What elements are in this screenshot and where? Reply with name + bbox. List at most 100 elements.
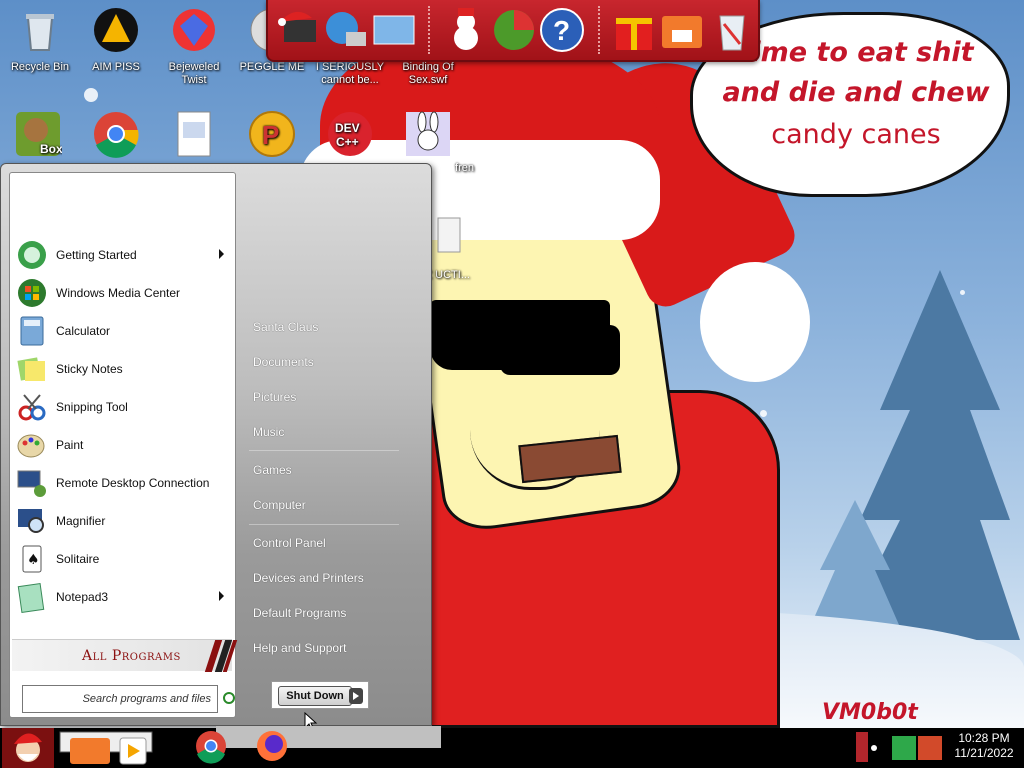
solitaire-icon: ♠ <box>22 545 42 573</box>
windows-update-icon[interactable] <box>490 6 538 54</box>
snowflake <box>84 88 98 102</box>
all-programs-button[interactable]: All Programs <box>12 639 238 672</box>
help-icon[interactable]: ? <box>538 6 586 54</box>
snowflake <box>760 410 767 417</box>
desktop-icon-label: Bejeweled Twist <box>168 61 220 86</box>
program-paint[interactable]: Paint <box>16 427 230 463</box>
chevron-right-icon <box>353 692 359 700</box>
start-button[interactable] <box>2 728 54 768</box>
program-getting-started[interactable]: Getting Started <box>16 237 230 273</box>
search-programs-input[interactable]: Search programs and files <box>22 685 218 713</box>
taskbar-shutdown-shortcut[interactable] <box>58 728 158 768</box>
program-label: Snipping Tool <box>56 400 128 414</box>
desktop-icon-aim[interactable]: AIM PISS <box>78 6 154 74</box>
gift-icon[interactable] <box>610 6 658 54</box>
start-right-default-programs[interactable]: Default Programs <box>253 606 346 620</box>
tray-dot <box>871 745 877 751</box>
start-right-music[interactable]: Music <box>253 425 284 439</box>
program-notepad3[interactable]: Notepad3 <box>16 579 230 615</box>
recycle-bin-icon[interactable] <box>708 6 756 54</box>
dev-cpp-icon: DEV C++ <box>328 112 372 156</box>
start-right-documents[interactable]: Documents <box>253 355 314 369</box>
document-icon <box>177 111 211 157</box>
desktop-icon-chrome[interactable] <box>78 110 154 165</box>
shutdown-group: Shut Down <box>271 681 369 709</box>
santa-computer-icon[interactable] <box>276 6 324 54</box>
system-tray-network-icon[interactable] <box>892 734 944 762</box>
submenu-arrow-icon <box>219 591 224 601</box>
artist-signature: VM0b0t <box>822 700 918 725</box>
program-label: Sticky Notes <box>56 362 123 376</box>
start-right-devices-printers[interactable]: Devices and Printers <box>253 571 364 585</box>
folder-icon[interactable] <box>658 6 706 54</box>
program-calculator[interactable]: Calculator <box>16 313 230 349</box>
box-app-icon: Box <box>16 112 63 156</box>
all-programs-label: All Programs <box>82 648 181 664</box>
desktop-icon-document[interactable] <box>156 110 232 165</box>
start-right-pictures[interactable]: Pictures <box>253 390 296 404</box>
menu-separator <box>249 450 399 451</box>
desktop-icon-label: Recycle Bin <box>10 61 70 73</box>
menu-separator <box>249 524 399 525</box>
program-solitaire[interactable]: ♠ Solitaire <box>16 541 230 577</box>
shutdown-options-button[interactable] <box>349 688 363 704</box>
program-windows-media-center[interactable]: Windows Media Center <box>16 275 230 311</box>
remote-desktop-icon <box>17 470 46 497</box>
start-right-games[interactable]: Games <box>253 463 292 477</box>
program-label: Remote Desktop Connection <box>56 476 210 490</box>
svg-text:C++: C++ <box>336 135 359 149</box>
program-label: Calculator <box>56 324 111 338</box>
svg-text:Box: Box <box>40 142 62 156</box>
svg-text:P: P <box>262 120 279 150</box>
desktop-icon-bejeweled[interactable]: Bejeweled Twist <box>156 6 232 87</box>
drawing-sunglasses-lens <box>500 325 620 375</box>
submenu-arrow-icon <box>219 249 224 259</box>
desktop-icon-fren[interactable] <box>390 110 466 165</box>
start-right-santa-claus[interactable]: Santa Claus <box>253 320 318 334</box>
quick-launch-dock: ? <box>266 0 760 62</box>
notepad3-icon <box>17 583 45 613</box>
clock-date: 11/21/2022 <box>954 746 1014 760</box>
recycle-bin-icon <box>26 14 54 51</box>
desktop-icon-box[interactable]: Box <box>0 110 76 165</box>
svg-text:?: ? <box>553 15 570 46</box>
taskbar-overlay-strip <box>216 726 441 748</box>
program-label: Notepad3 <box>56 590 109 604</box>
dock-separator <box>598 6 600 54</box>
desktop-icon-recycle-bin[interactable]: Recycle Bin <box>2 6 78 74</box>
search-placeholder: Search programs and files <box>82 693 211 705</box>
magnifier-icon <box>18 509 44 533</box>
desktop-icon-label: AIM PISS <box>92 61 140 73</box>
program-magnifier[interactable]: Magnifier <box>16 503 230 539</box>
windows-media-center-icon <box>18 279 46 307</box>
p-app-icon: P <box>249 111 295 157</box>
firefox-taskbar-icon[interactable] <box>254 728 290 768</box>
program-remote-desktop-connection[interactable]: Remote Desktop Connection <box>16 465 230 501</box>
bunny-icon <box>406 111 450 156</box>
program-label: Magnifier <box>56 514 106 528</box>
desktop-icon-p-app[interactable]: P <box>234 110 310 165</box>
santa-hat-pompom <box>700 262 810 382</box>
start-right-control-panel[interactable]: Control Panel <box>253 536 326 550</box>
program-sticky-notes[interactable]: Sticky Notes <box>16 351 230 387</box>
shutdown-button[interactable]: Shut Down <box>278 686 352 706</box>
speech-line: and die and chew <box>722 77 990 108</box>
dock-separator <box>428 6 430 54</box>
control-panel-icon[interactable] <box>370 6 418 54</box>
start-menu-programs-pane: Getting Started Windows Media Center Cal… <box>9 172 238 718</box>
program-label: Getting Started <box>56 248 137 262</box>
chrome-taskbar-icon[interactable] <box>194 728 228 768</box>
snipping-tool-icon <box>18 394 46 421</box>
getting-started-icon <box>18 241 46 269</box>
program-snipping-tool[interactable]: Snipping Tool <box>16 389 230 425</box>
search-icon[interactable] <box>223 692 235 704</box>
snowman-icon[interactable] <box>442 6 490 54</box>
start-menu: Getting Started Windows Media Center Cal… <box>0 163 432 726</box>
start-right-help-support[interactable]: Help and Support <box>253 641 346 655</box>
bejeweled-icon <box>173 9 215 51</box>
start-right-computer[interactable]: Computer <box>253 498 306 512</box>
system-clock[interactable]: 10:28 PM 11/21/2022 <box>944 731 1024 761</box>
desktop-icon-dev-cpp[interactable]: DEV C++ <box>312 110 388 165</box>
sticky-notes-icon <box>17 357 45 381</box>
network-globe-icon[interactable] <box>322 6 370 54</box>
